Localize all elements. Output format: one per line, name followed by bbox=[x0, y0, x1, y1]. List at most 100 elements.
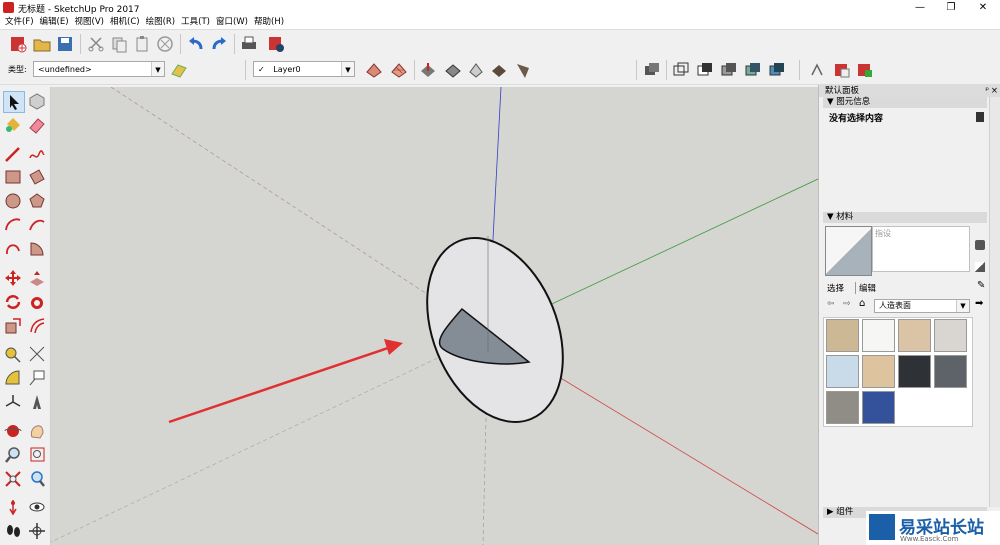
polygon-icon[interactable] bbox=[27, 191, 47, 211]
rotated-rectangle-icon[interactable] bbox=[27, 167, 47, 187]
previous-view-icon[interactable] bbox=[27, 469, 47, 489]
style-textures-icon[interactable] bbox=[743, 60, 763, 80]
style-wireframe-icon[interactable] bbox=[671, 60, 691, 80]
extension-warehouse-icon[interactable] bbox=[855, 60, 875, 80]
style-hidden-line-icon[interactable] bbox=[695, 60, 715, 80]
circle-face[interactable] bbox=[402, 218, 589, 442]
details-arrow-icon[interactable]: ➡ bbox=[975, 298, 983, 309]
view-top-icon[interactable] bbox=[513, 60, 533, 80]
material-swatch[interactable] bbox=[898, 319, 931, 352]
rectangle-icon[interactable] bbox=[3, 167, 23, 187]
material-swatch[interactable] bbox=[934, 355, 967, 388]
layer-manager-icon[interactable] bbox=[169, 60, 189, 80]
push-pull-icon[interactable] bbox=[27, 268, 47, 288]
menu-file[interactable]: 文件(F) bbox=[5, 15, 34, 29]
entity-type-dropdown[interactable]: <undefined> ▼ bbox=[33, 61, 165, 77]
move-icon[interactable] bbox=[3, 268, 23, 288]
section-grid-icon[interactable] bbox=[389, 60, 409, 80]
paint-bucket-icon[interactable] bbox=[3, 115, 23, 135]
section-plane-icon[interactable] bbox=[364, 60, 384, 80]
menu-draw[interactable]: 绘图(R) bbox=[146, 15, 176, 29]
create-material-icon[interactable] bbox=[975, 240, 985, 250]
forward-arrow-icon[interactable]: ⇨ bbox=[843, 299, 851, 309]
walk-icon[interactable] bbox=[807, 60, 827, 80]
material-swatch[interactable] bbox=[934, 319, 967, 352]
pan-icon[interactable] bbox=[27, 421, 47, 441]
follow-me-icon[interactable] bbox=[27, 292, 47, 312]
erase-icon[interactable] bbox=[155, 34, 175, 54]
section-display-icon[interactable] bbox=[418, 60, 438, 80]
walk-footprints-icon[interactable] bbox=[3, 521, 23, 541]
material-swatch[interactable] bbox=[826, 355, 859, 388]
copy-icon[interactable] bbox=[109, 34, 129, 54]
paste-icon[interactable] bbox=[132, 34, 152, 54]
menu-edit[interactable]: 编辑(E) bbox=[40, 15, 69, 29]
style-shaded-icon[interactable] bbox=[719, 60, 739, 80]
rotate-icon[interactable] bbox=[3, 292, 23, 312]
menu-tools[interactable]: 工具(T) bbox=[181, 15, 210, 29]
select-arrow-icon[interactable] bbox=[3, 91, 25, 113]
freehand-icon[interactable] bbox=[27, 144, 47, 164]
close-tray-icon[interactable]: × bbox=[991, 85, 998, 97]
modeling-viewport[interactable] bbox=[51, 87, 818, 545]
make-component-icon[interactable] bbox=[27, 91, 47, 111]
redo-icon[interactable] bbox=[209, 34, 229, 54]
style-xray-icon[interactable] bbox=[642, 60, 662, 80]
circle-icon[interactable] bbox=[3, 191, 23, 211]
restore-icon[interactable]: ❐ bbox=[936, 0, 966, 15]
default-material-icon[interactable] bbox=[975, 262, 985, 272]
panel-scrollbar[interactable] bbox=[989, 97, 1000, 507]
minimize-icon[interactable]: — bbox=[905, 0, 935, 15]
3d-text-icon[interactable] bbox=[27, 392, 47, 412]
material-name-field[interactable]: 指设 bbox=[872, 226, 970, 272]
three-point-arc-icon[interactable] bbox=[3, 239, 23, 259]
protractor-icon[interactable] bbox=[3, 368, 23, 388]
section-fill-icon[interactable] bbox=[466, 60, 486, 80]
pin-icon[interactable]: ᵖ bbox=[985, 85, 989, 97]
zoom-extents-icon[interactable] bbox=[3, 469, 23, 489]
axes-icon[interactable] bbox=[3, 392, 23, 412]
menu-help[interactable]: 帮助(H) bbox=[254, 15, 284, 29]
material-swatch[interactable] bbox=[862, 355, 895, 388]
open-folder-icon[interactable] bbox=[32, 34, 52, 54]
orbit-icon[interactable] bbox=[3, 421, 23, 441]
two-point-arc-icon[interactable] bbox=[27, 215, 47, 235]
style-monochrome-icon[interactable] bbox=[767, 60, 787, 80]
menu-window[interactable]: 窗口(W) bbox=[216, 15, 248, 29]
save-icon[interactable] bbox=[55, 34, 75, 54]
material-swatch[interactable] bbox=[862, 319, 895, 352]
view-iso-icon[interactable] bbox=[489, 60, 509, 80]
layer-dropdown[interactable]: ✓ Layer0 ▼ bbox=[253, 61, 355, 77]
position-camera-icon[interactable] bbox=[3, 497, 23, 517]
new-file-icon[interactable] bbox=[8, 34, 28, 54]
model-info-icon[interactable] bbox=[266, 34, 286, 54]
back-arrow-icon[interactable]: ⇦ bbox=[827, 299, 835, 309]
material-swatch[interactable] bbox=[826, 319, 859, 352]
tab-edit[interactable]: 编辑 bbox=[855, 282, 876, 294]
tab-select[interactable]: 选择 bbox=[827, 282, 844, 294]
material-swatch[interactable] bbox=[826, 391, 859, 424]
arc-icon[interactable] bbox=[3, 215, 23, 235]
line-tool-icon[interactable] bbox=[3, 144, 23, 164]
dimension-icon[interactable] bbox=[27, 344, 47, 364]
eraser-icon[interactable] bbox=[27, 115, 47, 135]
entity-info-header[interactable]: ▼ 图元信息 bbox=[823, 97, 987, 108]
print-icon[interactable] bbox=[239, 34, 259, 54]
look-around-icon[interactable] bbox=[27, 497, 47, 517]
undo-icon[interactable] bbox=[186, 34, 206, 54]
warehouse-icon[interactable] bbox=[832, 60, 852, 80]
section-plane-tool-icon[interactable] bbox=[27, 521, 47, 541]
close-icon[interactable]: ✕ bbox=[968, 0, 998, 15]
material-swatch[interactable] bbox=[862, 391, 895, 424]
menu-view[interactable]: 视图(V) bbox=[75, 15, 104, 29]
tape-measure-icon[interactable] bbox=[3, 344, 23, 364]
cut-icon[interactable] bbox=[86, 34, 106, 54]
text-tool-icon[interactable] bbox=[27, 368, 47, 388]
pie-icon[interactable] bbox=[27, 239, 47, 259]
scale-icon[interactable] bbox=[3, 316, 23, 336]
zoom-window-icon[interactable] bbox=[27, 445, 47, 465]
offset-icon[interactable] bbox=[27, 316, 47, 336]
home-icon[interactable]: ⌂ bbox=[859, 298, 865, 309]
eyedropper-icon[interactable]: ✎ bbox=[977, 280, 985, 291]
materials-header[interactable]: ▼ 材料 bbox=[823, 212, 987, 223]
